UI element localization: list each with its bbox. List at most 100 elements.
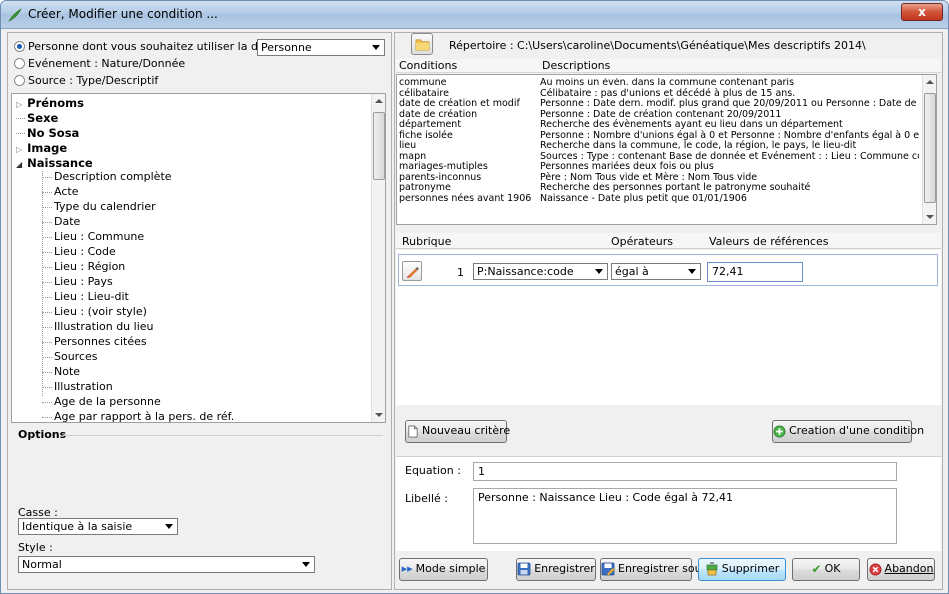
source-combo[interactable]: Personne <box>257 39 385 56</box>
delete-label: Supprimer <box>721 562 780 575</box>
save-as-button[interactable]: Enregistrer sous <box>600 558 707 581</box>
title-bar[interactable]: Créer, Modifier une condition ... x <box>1 1 948 29</box>
folder-button[interactable] <box>411 33 433 55</box>
expand-icon[interactable]: ▷ <box>16 145 22 154</box>
tree-scrollbar[interactable] <box>371 94 385 422</box>
tree-item-personnes-citees[interactable]: Personnes citées <box>42 334 147 349</box>
tree-item-lieu-pays[interactable]: Lieu : Pays <box>42 274 113 289</box>
condition-row[interactable]: date de création Personne : Date de créat… <box>399 108 919 120</box>
tree-item-nososa[interactable]: No Sosa <box>16 126 79 141</box>
radio-personne-label: Personne dont vous souhaitez utiliser la… <box>28 40 293 53</box>
tree-item-description-complete[interactable]: Description complète <box>42 169 172 184</box>
floppy-disk-icon <box>517 562 531 576</box>
equation-input[interactable]: 1 <box>473 462 897 481</box>
tree-line <box>42 176 52 178</box>
tree-line <box>42 326 52 328</box>
collapse-icon[interactable]: ◢ <box>16 160 22 169</box>
casse-combo[interactable]: Identique à la saisie <box>18 518 178 535</box>
tree-line <box>42 401 52 403</box>
tree-item-type-calendrier[interactable]: Type du calendrier <box>42 199 156 214</box>
ok-button[interactable]: ✔ OK <box>792 558 860 581</box>
expand-icon[interactable]: ▷ <box>16 100 22 109</box>
condition-row[interactable]: fiche isolée Personne : Nombre d'unions é… <box>399 130 919 141</box>
save-as-label: Enregistrer sous <box>618 562 708 575</box>
condition-row[interactable]: date de création et modif Personne : Date… <box>399 99 919 109</box>
tree-item-illustration[interactable]: Illustration <box>42 379 113 394</box>
condition-name: date de création <box>399 108 478 120</box>
close-button[interactable]: x <box>901 3 943 21</box>
scroll-up-icon[interactable] <box>926 80 934 84</box>
folder-icon <box>415 39 430 51</box>
conditions-list[interactable]: commune Au moins un évén. dans la commune… <box>396 74 937 225</box>
tree-item-lieu-region[interactable]: Lieu : Région <box>42 259 125 274</box>
scroll-down-icon[interactable] <box>375 413 383 417</box>
tree-item-label: Note <box>54 365 81 378</box>
scroll-thumb[interactable] <box>924 93 936 203</box>
tree-line <box>16 118 25 119</box>
create-condition-button[interactable]: Creation d'une condition <box>772 420 924 443</box>
tree-item-label: Image <box>27 141 68 155</box>
quill-icon <box>8 8 22 22</box>
tree-item-illustration-lieu[interactable]: Illustration du lieu <box>42 319 154 334</box>
condition-row[interactable]: mariages-mutiples Personnes mariées deux … <box>399 162 919 172</box>
tree-line <box>42 281 52 283</box>
rubrique-combo-value: P:Naissance:code <box>477 265 574 278</box>
scroll-down-icon[interactable] <box>926 215 934 219</box>
conditions-scrollbar[interactable] <box>922 75 936 224</box>
mode-simple-button[interactable]: ▸▸ Mode simple <box>399 558 488 581</box>
tree-item-label: Age par rapport à la pers. de réf. <box>54 410 235 423</box>
tree-item-sexe[interactable]: Sexe <box>16 111 58 126</box>
condition-row[interactable]: commune Au moins un évén. dans la commune… <box>399 78 919 88</box>
tree-line <box>42 416 52 418</box>
casse-combo-value: Identique à la saisie <box>22 520 133 533</box>
tree-item-prenoms[interactable]: ▷ Prénoms <box>16 96 84 111</box>
radio-source[interactable] <box>14 75 25 86</box>
tree-item-age-personne[interactable]: Age de la personne <box>42 394 161 409</box>
libelle-input[interactable]: Personne : Naissance Lieu : Code égal à … <box>473 488 897 544</box>
tree-item-image[interactable]: ▷ Image <box>16 141 67 156</box>
condition-row[interactable]: département Recherche des évènements ayan… <box>399 120 919 130</box>
tree-item-label: Description complète <box>54 170 172 183</box>
tree-item-age-pers-ref[interactable]: Age par rapport à la pers. de réf. <box>42 409 235 423</box>
condition-row[interactable]: célibataire Célibataire : pas d'unions et… <box>399 88 919 99</box>
valeur-input[interactable]: 72,41 <box>707 262 803 282</box>
operateur-combo[interactable]: égal à <box>611 263 701 280</box>
rubrique-combo[interactable]: P:Naissance:code <box>473 263 608 280</box>
condition-name: parents-inconnus <box>399 171 482 183</box>
style-combo[interactable]: Normal <box>18 556 315 573</box>
criterion-edit-button[interactable] <box>402 261 422 281</box>
new-criterion-label: Nouveau critère <box>422 424 511 437</box>
condition-row[interactable]: parents-inconnus Père : Nom Tous vide et … <box>399 171 919 183</box>
scroll-thumb[interactable] <box>373 112 385 180</box>
mode-simple-label: Mode simple <box>415 562 486 575</box>
scroll-up-icon[interactable] <box>375 99 383 103</box>
radio-evenement[interactable] <box>14 58 25 69</box>
style-label: Style : <box>18 541 53 554</box>
tree-item-date[interactable]: Date <box>42 214 80 229</box>
save-button[interactable]: Enregistrer <box>516 558 596 581</box>
dialog-window: Créer, Modifier une condition ... x Pers… <box>0 0 949 594</box>
tree-item-sources[interactable]: Sources <box>42 349 98 364</box>
radio-personne[interactable] <box>14 41 25 52</box>
delete-button[interactable]: Supprimer <box>698 558 786 581</box>
save-as-icon <box>601 562 615 576</box>
tree-line <box>16 133 25 134</box>
tree-item-note[interactable]: Note <box>42 364 80 379</box>
tree-item-lieu-style[interactable]: Lieu : (voir style) <box>42 304 147 319</box>
tree-item-lieu-code[interactable]: Lieu : Code <box>42 244 116 259</box>
field-tree[interactable]: ▷ Prénoms Sexe No Sosa ▷ Image ◢ Naissance … <box>11 93 386 423</box>
tree-item-label: Sources <box>54 350 98 363</box>
tree-line <box>42 236 52 238</box>
new-criterion-button[interactable]: Nouveau critère <box>405 420 511 443</box>
col-descriptions: Descriptions <box>542 59 611 72</box>
condition-row[interactable]: patronyme Recherche des personnes portant… <box>399 183 919 193</box>
condition-row[interactable]: personnes nées avant 1906 Naissance - Dat… <box>399 192 919 204</box>
condition-row[interactable]: mapn Sources : Type : contenant Base de d… <box>399 151 919 162</box>
condition-row[interactable]: lieu Recherche dans la commune, le code, … <box>399 141 919 151</box>
condition-description: Naissance - Date plus petit que 01/01/19… <box>540 192 747 204</box>
tree-item-lieu-commune[interactable]: Lieu : Commune <box>42 229 144 244</box>
tree-item-lieu-lieudit[interactable]: Lieu : Lieu-dit <box>42 289 129 304</box>
tree-item-acte[interactable]: Acte <box>42 184 78 199</box>
abandon-button[interactable]: Abandon <box>867 558 935 581</box>
repertoire-path: Répertoire : C:\Users\caroline\Documents… <box>449 39 866 52</box>
